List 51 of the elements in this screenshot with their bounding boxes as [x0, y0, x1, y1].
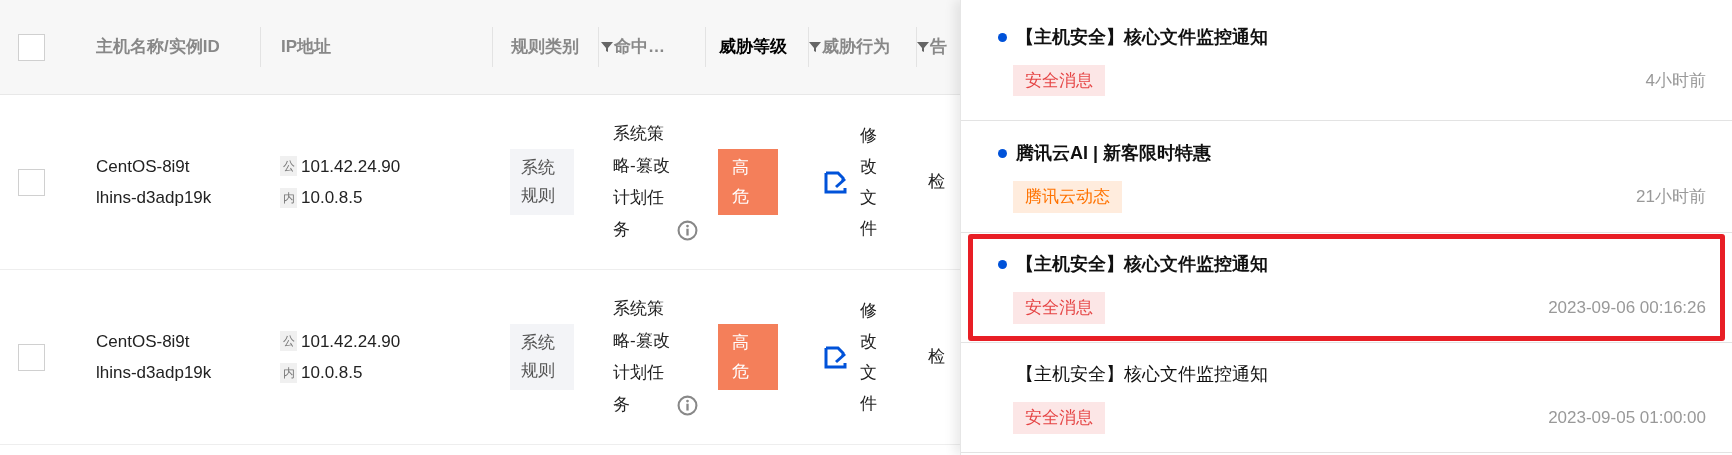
category-tag: 腾讯云动态 — [1013, 181, 1122, 213]
ip-address: 101.42.24.90 — [301, 155, 401, 178]
instance-id: lhins-d3adp19k — [96, 362, 213, 384]
info-icon[interactable] — [677, 220, 698, 241]
hit-rule: 系统策略-篡改计划任务 — [613, 298, 671, 416]
ip-address: 101.42.24.90 — [301, 330, 401, 353]
ip-type-badge: 公 — [280, 331, 297, 352]
notification-title[interactable]: 【主机安全】核心文件监控通知 — [1016, 23, 1268, 51]
threat-level-badge: 高危 — [718, 324, 778, 390]
notification-time: 2023-09-05 01:00:00 — [1548, 407, 1706, 430]
column-header[interactable]: 威胁行为 — [809, 34, 890, 60]
ip-address: 10.0.8.5 — [301, 187, 363, 209]
threat-level-badge: 高危 — [718, 149, 778, 215]
hit-rule: 系统策略-篡改计划任务 — [613, 123, 671, 241]
ip-type-badge: 内 — [280, 362, 297, 383]
category-tag: 安全消息 — [1013, 402, 1105, 434]
ip-address: 10.0.8.5 — [301, 362, 363, 384]
ip-type-badge: 公 — [280, 156, 297, 177]
column-header[interactable]: 告 — [917, 34, 947, 60]
column-header[interactable]: 主机名称/实例ID — [96, 34, 220, 60]
edit-document-icon — [824, 345, 848, 369]
category-tag: 安全消息 — [1013, 64, 1105, 97]
column-header[interactable]: IP地址 — [281, 34, 332, 60]
alert-text: 检 — [928, 172, 945, 192]
ip-type-badge: 内 — [280, 187, 297, 208]
notification-time: 4小时前 — [1645, 69, 1706, 92]
notification-title[interactable]: 【主机安全】核心文件监控通知 — [1016, 361, 1268, 389]
host-name: CentOS-8i9t — [96, 155, 191, 178]
threat-behavior: 修改文件 — [860, 300, 878, 415]
filter-icon[interactable] — [917, 41, 929, 53]
notification-title[interactable]: 【主机安全】核心文件监控通知 — [1016, 251, 1268, 279]
rule-type-tag: 系统规则 — [510, 324, 574, 390]
column-header[interactable]: 规则类别 — [511, 34, 579, 60]
filter-icon[interactable] — [601, 41, 613, 53]
row-checkbox[interactable] — [18, 168, 45, 196]
column-header[interactable]: 威胁等级 — [719, 34, 787, 60]
column-header[interactable]: 命中… — [601, 34, 665, 60]
alert-text: 检 — [928, 347, 945, 367]
category-tag: 安全消息 — [1013, 292, 1105, 324]
host-name: CentOS-8i9t — [96, 330, 191, 353]
threat-behavior: 修改文件 — [860, 125, 878, 240]
notification-time: 21小时前 — [1636, 186, 1706, 209]
rule-type-tag: 系统规则 — [510, 149, 574, 215]
notification-title[interactable]: 腾讯云AI | 新客限时特惠 — [1016, 140, 1212, 168]
filter-icon[interactable] — [809, 41, 821, 53]
row-checkbox[interactable] — [18, 343, 45, 371]
info-icon[interactable] — [677, 395, 698, 416]
edit-document-icon — [824, 170, 848, 194]
select-all-checkbox[interactable] — [18, 33, 45, 61]
notification-time: 2023-09-06 00:16:26 — [1548, 297, 1706, 320]
instance-id: lhins-d3adp19k — [96, 187, 213, 209]
